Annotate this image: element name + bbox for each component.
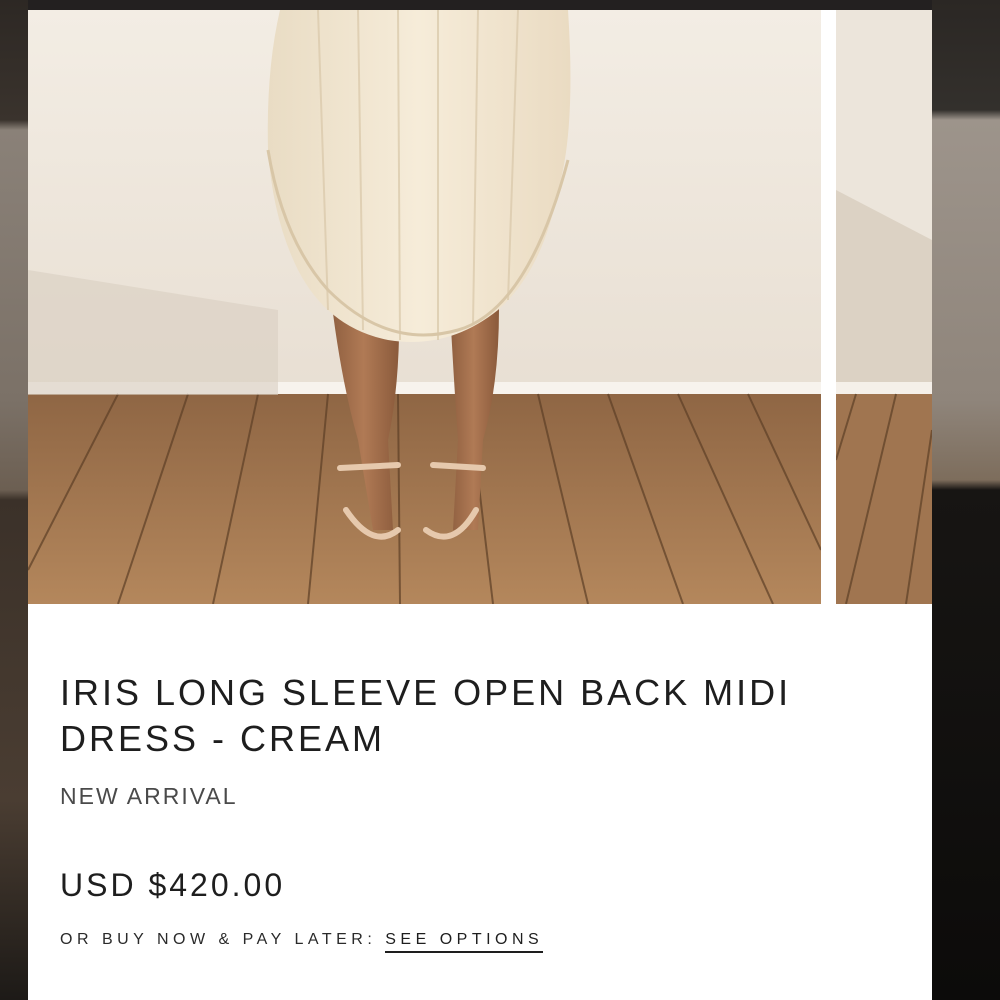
background-page-left xyxy=(0,0,28,1000)
background-page-right xyxy=(932,0,1000,1000)
gallery-divider xyxy=(821,10,836,604)
pay-later-notice: OR BUY NOW & PAY LATER: SEE OPTIONS xyxy=(60,931,544,953)
product-quick-view: IRIS LONG SLEEVE OPEN BACK MIDI DRESS - … xyxy=(28,10,932,1000)
product-title: IRIS LONG SLEEVE OPEN BACK MIDI DRESS - … xyxy=(60,672,792,759)
see-options-link[interactable]: SEE OPTIONS xyxy=(385,931,544,953)
product-price: USD $420.00 xyxy=(60,867,286,903)
page-top-strip xyxy=(0,0,1000,10)
product-image-gallery[interactable] xyxy=(28,10,932,604)
new-arrival-badge: NEW ARRIVAL xyxy=(60,783,238,809)
pay-later-text: OR BUY NOW & PAY LATER: xyxy=(60,931,377,948)
product-image-next[interactable] xyxy=(836,10,932,604)
product-image-main[interactable] xyxy=(28,10,821,604)
